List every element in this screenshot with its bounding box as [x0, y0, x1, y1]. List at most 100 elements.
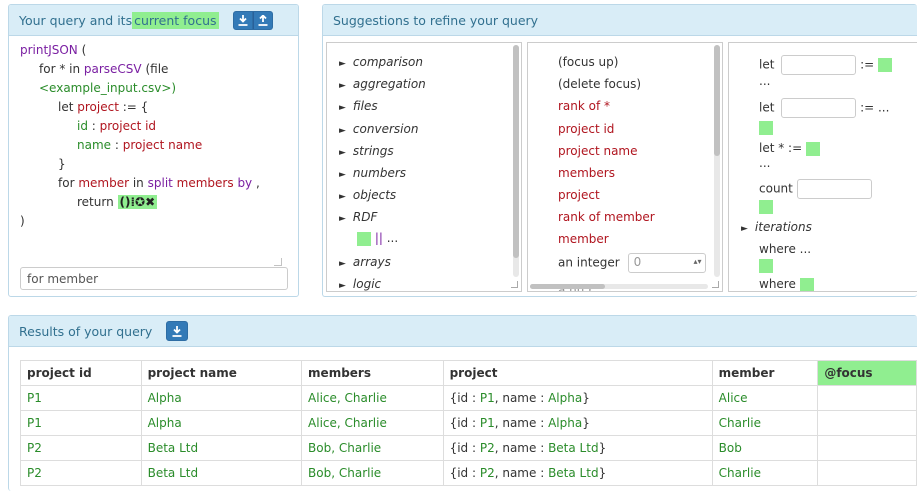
- category-rdf[interactable]: ► RDF: [339, 210, 377, 224]
- category-aggregation[interactable]: ► aggregation: [339, 77, 426, 91]
- suggestion-members[interactable]: members: [558, 166, 615, 180]
- category-iterations[interactable]: ► iterations: [741, 220, 812, 234]
- table-cell-focus[interactable]: [817, 435, 917, 461]
- let-name-input[interactable]: [781, 55, 857, 75]
- table-cell-focus[interactable]: [817, 410, 917, 436]
- suggestion-where-ellipsis[interactable]: where ...: [759, 242, 811, 256]
- code-function[interactable]: split: [148, 176, 173, 190]
- vertical-scrollbar[interactable]: [714, 45, 720, 277]
- focus-input[interactable]: [20, 267, 288, 290]
- suggestion-member[interactable]: member: [558, 232, 609, 246]
- focus-column-header[interactable]: @focus: [817, 360, 917, 386]
- category-conversion[interactable]: ► conversion: [339, 122, 418, 136]
- suggestion-let-assign[interactable]: let :=: [759, 55, 893, 75]
- code-literal[interactable]: <example_input.csv>): [39, 81, 176, 95]
- suggestion-delete-focus[interactable]: (delete focus): [558, 77, 641, 91]
- suggestion-let-assign-ellipsis[interactable]: let := ...: [759, 98, 889, 118]
- table-cell[interactable]: Charlie: [711, 460, 819, 486]
- table-cell[interactable]: Alice, Charlie: [301, 410, 444, 436]
- table-cell[interactable]: Alpha: [140, 385, 303, 411]
- table-cell[interactable]: P2: [20, 460, 142, 486]
- expand-triangle-icon: ►: [339, 170, 346, 180]
- download-icon[interactable]: [232, 10, 253, 30]
- table-cell[interactable]: Charlie: [711, 410, 819, 436]
- current-focus[interactable]: ()⁞✪✖: [117, 195, 158, 209]
- suggestion-rank-of-member[interactable]: rank of member: [558, 210, 655, 224]
- column-header[interactable]: members: [301, 360, 444, 386]
- table-cell[interactable]: Bob: [711, 435, 819, 461]
- table-cell-focus[interactable]: [817, 385, 917, 411]
- table-cell[interactable]: P1: [20, 385, 142, 411]
- code-line: name : project name: [77, 138, 203, 152]
- query-editor[interactable]: printJSON ( for * in parseCSV (file <exa…: [20, 41, 288, 231]
- table-row: P1 Alpha Alice, Charlie {id : P1, name :…: [20, 385, 917, 411]
- table-cell[interactable]: Bob, Charlie: [301, 460, 444, 486]
- category-objects[interactable]: ► objects: [339, 188, 396, 202]
- category-comparison[interactable]: ► comparison: [339, 55, 423, 69]
- code-function[interactable]: parseCSV: [84, 62, 142, 76]
- ellipsis: ...: [759, 156, 771, 170]
- suggestions-title: Suggestions to refine your query: [333, 12, 539, 28]
- table-cell[interactable]: {id : P1, name : Alpha}: [442, 385, 713, 411]
- table-cell[interactable]: {id : P2, name : Beta Ltd}: [442, 435, 713, 461]
- table-cell-focus[interactable]: [817, 460, 917, 486]
- table-cell[interactable]: Beta Ltd: [140, 460, 303, 486]
- code-line: <example_input.csv>): [20, 79, 288, 98]
- suggestion-let-star[interactable]: let * :=: [759, 141, 820, 156]
- suggestion-project-id[interactable]: project id: [558, 122, 614, 136]
- table-cell[interactable]: Bob, Charlie: [301, 435, 444, 461]
- count-input[interactable]: [796, 179, 872, 199]
- code-function[interactable]: printJSON: [20, 43, 78, 57]
- suggestion-an-integer[interactable]: an integer 0 ▴▾: [558, 253, 706, 273]
- category-logic[interactable]: ► logic: [339, 277, 381, 291]
- column-header[interactable]: project: [442, 360, 713, 386]
- table-cell[interactable]: Alice, Charlie: [301, 385, 444, 411]
- category-files[interactable]: ► files: [339, 99, 378, 113]
- let-name-input[interactable]: [781, 98, 857, 118]
- expand-triangle-icon: ►: [339, 126, 346, 136]
- download-icon[interactable]: [166, 321, 189, 341]
- column-header[interactable]: project id: [20, 360, 142, 386]
- expand-triangle-icon: ►: [741, 224, 748, 234]
- integer-input[interactable]: 0 ▴▾: [627, 253, 706, 273]
- category-strings[interactable]: ► strings: [339, 144, 394, 158]
- code-key[interactable]: id: [77, 119, 88, 133]
- code-variable[interactable]: project name: [123, 138, 203, 152]
- code-key[interactable]: name: [77, 138, 111, 152]
- spinner-icon[interactable]: ▴▾: [694, 257, 702, 266]
- code-variable[interactable]: project: [77, 100, 119, 114]
- focus-action-icons[interactable]: ⁞✪✖: [130, 195, 155, 209]
- vertical-scrollbar[interactable]: [513, 45, 519, 277]
- horizontal-scrollbar[interactable]: [530, 284, 708, 289]
- code-variable[interactable]: project id: [100, 119, 156, 133]
- code-variable[interactable]: member: [78, 176, 129, 190]
- suggestion-rank-of-all[interactable]: rank of *: [558, 99, 610, 113]
- suggestions-column-categories: ► comparison ► aggregation ► files ► convers…: [326, 42, 522, 292]
- suggestion-focus-up[interactable]: (focus up): [558, 55, 618, 69]
- table-cell[interactable]: P2: [20, 435, 142, 461]
- category-arrays[interactable]: ► arrays: [339, 255, 391, 269]
- column-header[interactable]: member: [711, 360, 819, 386]
- resize-grip-icon[interactable]: [712, 281, 719, 288]
- resize-grip-icon[interactable]: [274, 258, 282, 266]
- query-title-highlight: current focus: [132, 11, 219, 29]
- table-cell[interactable]: {id : P2, name : Beta Ltd}: [442, 460, 713, 486]
- table-cell[interactable]: P1: [20, 410, 142, 436]
- suggestion-project-name[interactable]: project name: [558, 144, 638, 158]
- resize-grip-icon[interactable]: [511, 281, 518, 288]
- table-cell[interactable]: {id : P1, name : Alpha}: [442, 410, 713, 436]
- suggestion-where[interactable]: where: [759, 277, 814, 291]
- table-cell[interactable]: Alice: [711, 385, 819, 411]
- upload-icon[interactable]: [252, 10, 273, 30]
- or-suggestion[interactable]: || ...: [357, 231, 398, 246]
- column-header[interactable]: project name: [140, 360, 303, 386]
- expand-triangle-icon: ►: [339, 214, 346, 224]
- suggestion-project[interactable]: project: [558, 188, 600, 202]
- expand-triangle-icon: ►: [339, 192, 346, 202]
- code-line: }: [58, 157, 66, 171]
- query-panel-header: Your query and its current focus: [9, 5, 298, 36]
- table-cell[interactable]: Beta Ltd: [140, 435, 303, 461]
- suggestion-count[interactable]: count: [759, 179, 872, 199]
- table-cell[interactable]: Alpha: [140, 410, 303, 436]
- category-numbers[interactable]: ► numbers: [339, 166, 406, 180]
